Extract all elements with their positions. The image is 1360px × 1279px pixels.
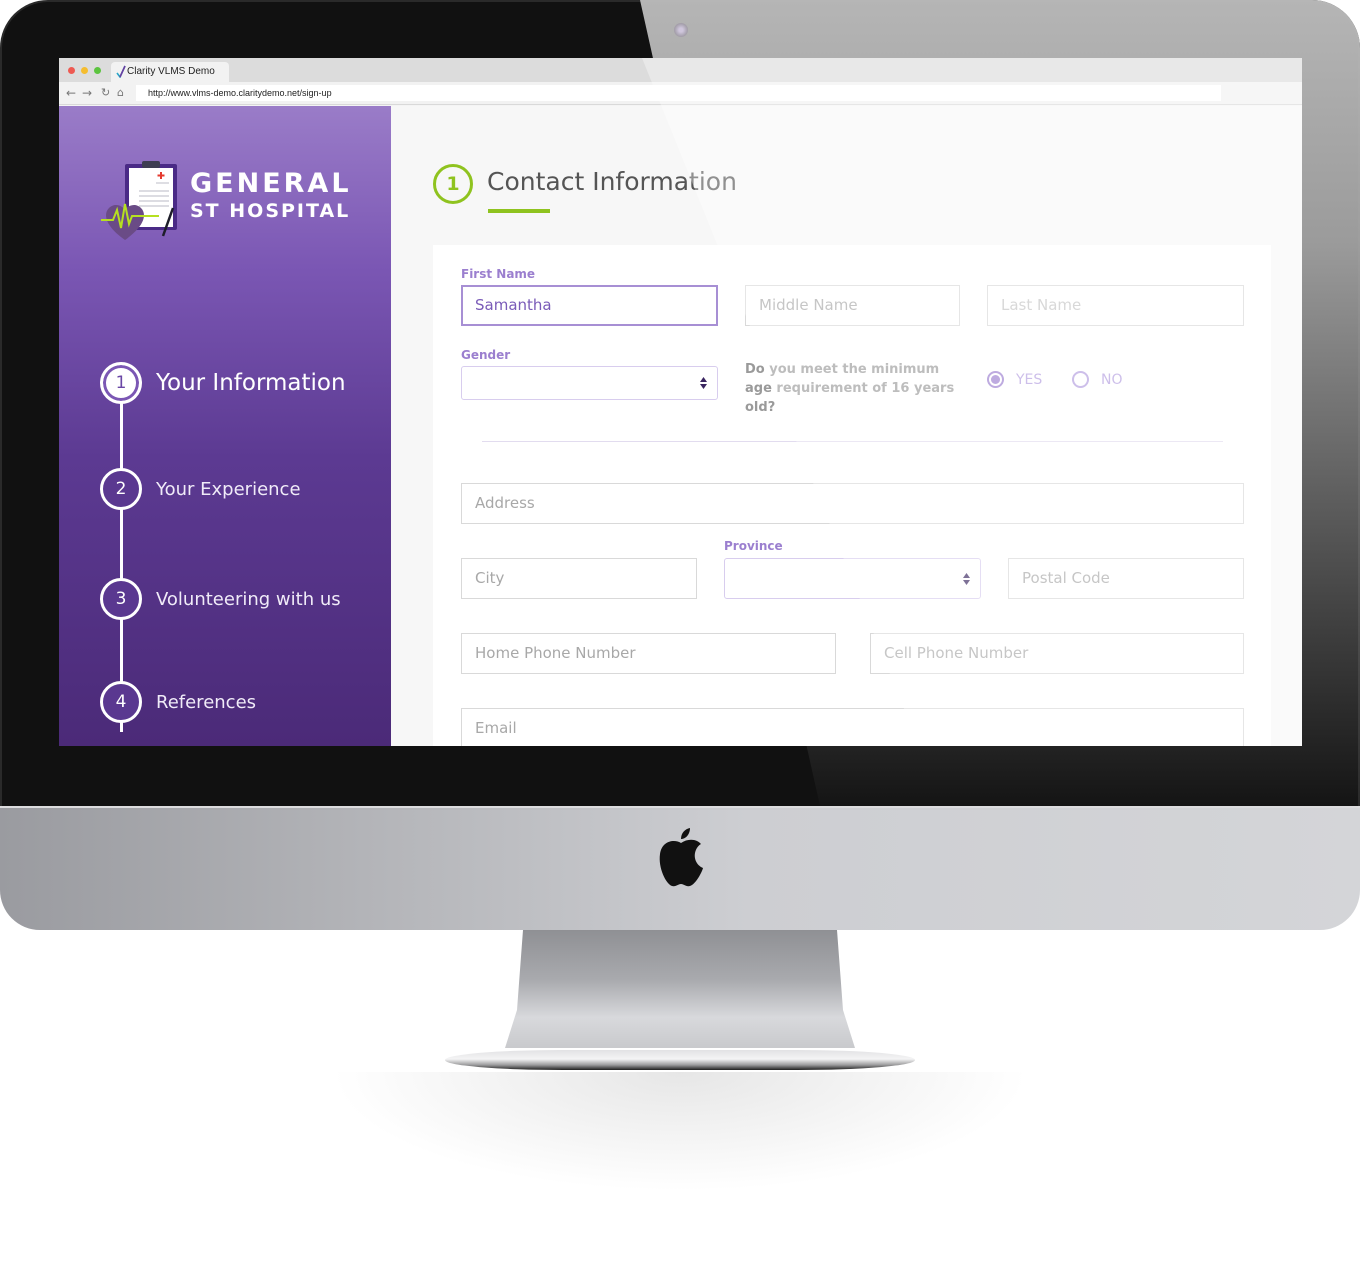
section-divider [482, 441, 1223, 442]
forward-arrow-icon[interactable]: → [82, 85, 92, 101]
maximize-window-button[interactable] [94, 67, 101, 74]
home-phone-input[interactable]: Home Phone Number [461, 633, 836, 674]
gender-label: Gender [461, 348, 511, 362]
section-title-underline [488, 209, 550, 213]
cell-phone-input[interactable]: Cell Phone Number [870, 633, 1244, 674]
last-name-input[interactable]: Last Name [987, 285, 1244, 326]
back-arrow-icon[interactable]: ← [66, 85, 76, 101]
hospital-clipboard-logo-icon [101, 161, 177, 240]
stand-reflection [330, 1072, 1030, 1192]
age-requirement-question: Do you meet the minimum age requirement … [745, 362, 955, 415]
browser-nav-bar: ← → ↻ ⌂ http://www.vlms-demo.claritydemo… [59, 82, 1302, 105]
step-label: Your Experience [156, 478, 301, 500]
age-yes-label: YES [1016, 371, 1043, 388]
contact-form-card: First Name Samantha Middle Name Last Nam… [433, 245, 1271, 746]
section-number-badge: 1 [433, 164, 473, 204]
select-arrows-icon [963, 573, 970, 585]
province-select[interactable] [724, 558, 981, 599]
gender-select[interactable] [461, 366, 718, 400]
url-bar[interactable]: http://www.vlms-demo.claritydemo.net/sig… [136, 85, 1221, 101]
browser-tab-bar: Clarity VLMS Demo [59, 58, 1302, 82]
step-number-badge: 3 [100, 578, 142, 620]
age-no-radio[interactable]: NO [1072, 371, 1123, 388]
close-window-button[interactable] [68, 67, 75, 74]
screen: Clarity VLMS Demo ← → ↻ ⌂ http://www.vlm… [59, 58, 1302, 746]
brand-name-line1: GENERAL [190, 168, 352, 199]
monitor-stand [505, 930, 855, 1048]
home-icon[interactable]: ⌂ [117, 85, 124, 101]
step-number-badge: 1 [100, 362, 142, 404]
browser-tab[interactable]: Clarity VLMS Demo [111, 62, 229, 82]
url-text: http://www.vlms-demo.claritydemo.net/sig… [148, 88, 332, 98]
first-name-label: First Name [461, 267, 536, 281]
step-references[interactable]: 4 References [100, 681, 256, 723]
apple-logo-icon [659, 828, 703, 887]
step-label: Your Information [156, 370, 346, 396]
city-input[interactable]: City [461, 558, 697, 599]
sidebar: GENERAL ST HOSPITAL 1 Your Information 2… [59, 106, 391, 746]
brand-name-line2: ST HOSPITAL [190, 200, 351, 222]
minimize-window-button[interactable] [81, 67, 88, 74]
clarity-check-icon [116, 65, 126, 78]
step-number-badge: 2 [100, 468, 142, 510]
step-label: Volunteering with us [156, 588, 341, 610]
middle-name-input[interactable]: Middle Name [745, 285, 960, 326]
province-label: Province [724, 539, 783, 553]
step-your-information[interactable]: 1 Your Information [100, 362, 346, 404]
section-title: Contact Information [487, 167, 737, 196]
step-your-experience[interactable]: 2 Your Experience [100, 468, 301, 510]
select-arrows-icon [700, 377, 707, 389]
address-input[interactable]: Address [461, 483, 1244, 524]
monitor-stand-base [445, 1050, 915, 1070]
age-no-label: NO [1101, 371, 1123, 388]
tab-title: Clarity VLMS Demo [127, 66, 215, 77]
reload-icon[interactable]: ↻ [101, 85, 110, 101]
radio-unchecked-icon [1072, 371, 1089, 388]
radio-checked-icon [987, 371, 1004, 388]
email-input[interactable]: Email [461, 708, 1244, 746]
main-content: 1 Contact Information First Name Samanth… [391, 106, 1302, 746]
age-yes-radio[interactable]: YES [987, 371, 1042, 388]
step-label: References [156, 691, 257, 713]
step-volunteering-with-us[interactable]: 3 Volunteering with us [100, 578, 341, 620]
first-name-input[interactable]: Samantha [461, 285, 718, 326]
step-number-badge: 4 [100, 681, 142, 723]
postal-code-input[interactable]: Postal Code [1008, 558, 1244, 599]
webcam-icon [674, 23, 688, 37]
